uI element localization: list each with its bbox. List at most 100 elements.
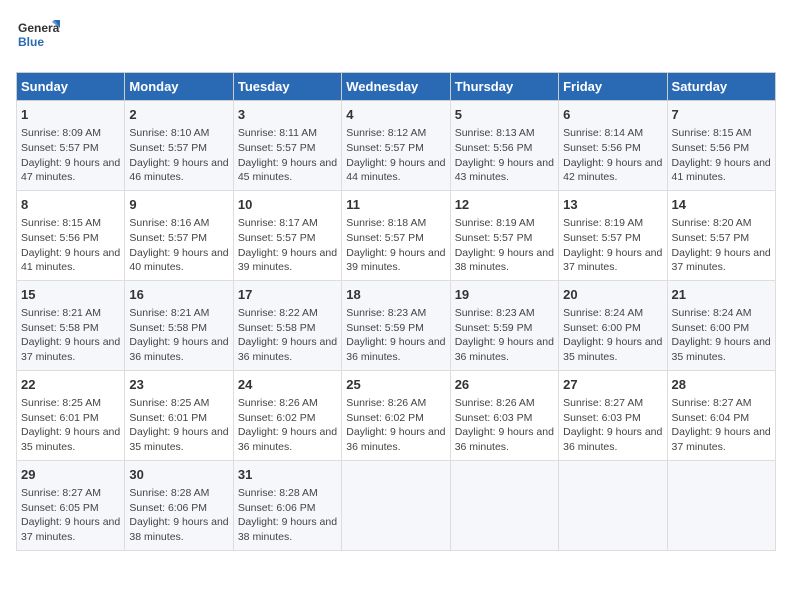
calendar-cell: 10 Sunrise: 8:17 AM Sunset: 5:57 PM Dayl…	[233, 190, 341, 280]
sunrise-text: Sunrise: 8:22 AM	[238, 306, 337, 321]
header-cell-saturday: Saturday	[667, 73, 775, 101]
header-cell-sunday: Sunday	[17, 73, 125, 101]
sunset-text: Sunset: 6:04 PM	[672, 411, 771, 426]
calendar-cell: 11 Sunrise: 8:18 AM Sunset: 5:57 PM Dayl…	[342, 190, 450, 280]
sunset-text: Sunset: 6:00 PM	[672, 321, 771, 336]
daylight-text: Daylight: 9 hours and 37 minutes.	[21, 515, 120, 544]
header: General Blue	[16, 16, 776, 60]
calendar-cell: 4 Sunrise: 8:12 AM Sunset: 5:57 PM Dayli…	[342, 101, 450, 191]
calendar-cell: 8 Sunrise: 8:15 AM Sunset: 5:56 PM Dayli…	[17, 190, 125, 280]
sunrise-text: Sunrise: 8:23 AM	[346, 306, 445, 321]
daylight-text: Daylight: 9 hours and 47 minutes.	[21, 156, 120, 185]
week-row-2: 8 Sunrise: 8:15 AM Sunset: 5:56 PM Dayli…	[17, 190, 776, 280]
week-row-5: 29 Sunrise: 8:27 AM Sunset: 6:05 PM Dayl…	[17, 460, 776, 550]
week-row-4: 22 Sunrise: 8:25 AM Sunset: 6:01 PM Dayl…	[17, 370, 776, 460]
sunrise-text: Sunrise: 8:26 AM	[346, 396, 445, 411]
daylight-text: Daylight: 9 hours and 36 minutes.	[346, 335, 445, 364]
daylight-text: Daylight: 9 hours and 42 minutes.	[563, 156, 662, 185]
sunset-text: Sunset: 6:02 PM	[238, 411, 337, 426]
day-number: 14	[672, 196, 771, 214]
daylight-text: Daylight: 9 hours and 36 minutes.	[455, 335, 554, 364]
calendar-cell: 22 Sunrise: 8:25 AM Sunset: 6:01 PM Dayl…	[17, 370, 125, 460]
calendar-cell: 23 Sunrise: 8:25 AM Sunset: 6:01 PM Dayl…	[125, 370, 233, 460]
day-number: 20	[563, 286, 662, 304]
sunrise-text: Sunrise: 8:16 AM	[129, 216, 228, 231]
sunset-text: Sunset: 6:03 PM	[563, 411, 662, 426]
daylight-text: Daylight: 9 hours and 43 minutes.	[455, 156, 554, 185]
daylight-text: Daylight: 9 hours and 35 minutes.	[563, 335, 662, 364]
sunrise-text: Sunrise: 8:24 AM	[672, 306, 771, 321]
day-number: 10	[238, 196, 337, 214]
sunrise-text: Sunrise: 8:27 AM	[672, 396, 771, 411]
calendar-cell: 17 Sunrise: 8:22 AM Sunset: 5:58 PM Dayl…	[233, 280, 341, 370]
sunset-text: Sunset: 5:58 PM	[129, 321, 228, 336]
calendar-cell: 2 Sunrise: 8:10 AM Sunset: 5:57 PM Dayli…	[125, 101, 233, 191]
calendar-cell: 27 Sunrise: 8:27 AM Sunset: 6:03 PM Dayl…	[559, 370, 667, 460]
calendar-cell: 18 Sunrise: 8:23 AM Sunset: 5:59 PM Dayl…	[342, 280, 450, 370]
svg-text:Blue: Blue	[18, 35, 44, 49]
calendar-cell	[667, 460, 775, 550]
day-number: 28	[672, 376, 771, 394]
sunrise-text: Sunrise: 8:26 AM	[455, 396, 554, 411]
day-number: 2	[129, 106, 228, 124]
sunset-text: Sunset: 5:56 PM	[563, 141, 662, 156]
sunrise-text: Sunrise: 8:12 AM	[346, 126, 445, 141]
sunrise-text: Sunrise: 8:19 AM	[563, 216, 662, 231]
day-number: 30	[129, 466, 228, 484]
sunset-text: Sunset: 5:56 PM	[672, 141, 771, 156]
calendar-cell: 9 Sunrise: 8:16 AM Sunset: 5:57 PM Dayli…	[125, 190, 233, 280]
sunrise-text: Sunrise: 8:18 AM	[346, 216, 445, 231]
sunset-text: Sunset: 6:03 PM	[455, 411, 554, 426]
sunrise-text: Sunrise: 8:28 AM	[129, 486, 228, 501]
daylight-text: Daylight: 9 hours and 37 minutes.	[21, 335, 120, 364]
sunrise-text: Sunrise: 8:24 AM	[563, 306, 662, 321]
daylight-text: Daylight: 9 hours and 36 minutes.	[129, 335, 228, 364]
day-number: 12	[455, 196, 554, 214]
daylight-text: Daylight: 9 hours and 36 minutes.	[238, 425, 337, 454]
logo: General Blue	[16, 16, 60, 60]
calendar-cell: 16 Sunrise: 8:21 AM Sunset: 5:58 PM Dayl…	[125, 280, 233, 370]
calendar-cell: 24 Sunrise: 8:26 AM Sunset: 6:02 PM Dayl…	[233, 370, 341, 460]
calendar-cell	[342, 460, 450, 550]
daylight-text: Daylight: 9 hours and 36 minutes.	[455, 425, 554, 454]
calendar-cell: 1 Sunrise: 8:09 AM Sunset: 5:57 PM Dayli…	[17, 101, 125, 191]
calendar-cell: 3 Sunrise: 8:11 AM Sunset: 5:57 PM Dayli…	[233, 101, 341, 191]
sunrise-text: Sunrise: 8:21 AM	[129, 306, 228, 321]
sunset-text: Sunset: 5:57 PM	[455, 231, 554, 246]
sunrise-text: Sunrise: 8:27 AM	[21, 486, 120, 501]
calendar-cell: 30 Sunrise: 8:28 AM Sunset: 6:06 PM Dayl…	[125, 460, 233, 550]
logo-svg: General Blue	[16, 16, 60, 60]
day-number: 29	[21, 466, 120, 484]
sunrise-text: Sunrise: 8:17 AM	[238, 216, 337, 231]
calendar-cell: 29 Sunrise: 8:27 AM Sunset: 6:05 PM Dayl…	[17, 460, 125, 550]
sunset-text: Sunset: 5:57 PM	[346, 231, 445, 246]
sunrise-text: Sunrise: 8:15 AM	[672, 126, 771, 141]
day-number: 7	[672, 106, 771, 124]
sunrise-text: Sunrise: 8:25 AM	[129, 396, 228, 411]
calendar-cell: 31 Sunrise: 8:28 AM Sunset: 6:06 PM Dayl…	[233, 460, 341, 550]
daylight-text: Daylight: 9 hours and 36 minutes.	[346, 425, 445, 454]
day-number: 1	[21, 106, 120, 124]
sunset-text: Sunset: 6:01 PM	[129, 411, 228, 426]
calendar-cell: 21 Sunrise: 8:24 AM Sunset: 6:00 PM Dayl…	[667, 280, 775, 370]
day-number: 26	[455, 376, 554, 394]
sunset-text: Sunset: 5:57 PM	[238, 141, 337, 156]
sunset-text: Sunset: 6:02 PM	[346, 411, 445, 426]
day-number: 3	[238, 106, 337, 124]
daylight-text: Daylight: 9 hours and 37 minutes.	[672, 246, 771, 275]
sunrise-text: Sunrise: 8:14 AM	[563, 126, 662, 141]
week-row-1: 1 Sunrise: 8:09 AM Sunset: 5:57 PM Dayli…	[17, 101, 776, 191]
sunrise-text: Sunrise: 8:11 AM	[238, 126, 337, 141]
sunrise-text: Sunrise: 8:10 AM	[129, 126, 228, 141]
daylight-text: Daylight: 9 hours and 40 minutes.	[129, 246, 228, 275]
sunset-text: Sunset: 6:01 PM	[21, 411, 120, 426]
sunset-text: Sunset: 5:58 PM	[238, 321, 337, 336]
daylight-text: Daylight: 9 hours and 39 minutes.	[346, 246, 445, 275]
calendar-cell: 13 Sunrise: 8:19 AM Sunset: 5:57 PM Dayl…	[559, 190, 667, 280]
day-number: 4	[346, 106, 445, 124]
sunset-text: Sunset: 5:59 PM	[455, 321, 554, 336]
calendar-cell: 20 Sunrise: 8:24 AM Sunset: 6:00 PM Dayl…	[559, 280, 667, 370]
daylight-text: Daylight: 9 hours and 45 minutes.	[238, 156, 337, 185]
sunset-text: Sunset: 6:05 PM	[21, 501, 120, 516]
daylight-text: Daylight: 9 hours and 46 minutes.	[129, 156, 228, 185]
